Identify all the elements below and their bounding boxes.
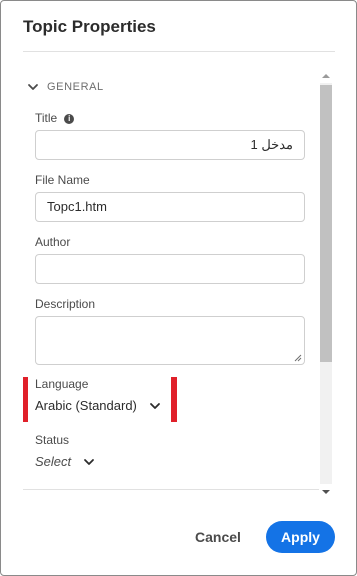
description-label: Description (35, 297, 96, 311)
language-value: Arabic (Standard) (35, 398, 137, 413)
highlight-marker-left (23, 377, 28, 422)
cancel-button[interactable]: Cancel (183, 521, 253, 553)
apply-button[interactable]: Apply (266, 521, 335, 553)
topic-properties-dialog: Topic Properties GENERAL Title i مدخل 1 F… (0, 0, 357, 576)
status-picker[interactable]: Select (35, 454, 95, 469)
general-section-label: GENERAL (47, 81, 104, 93)
file-name-field[interactable]: Topc1.htm (35, 192, 305, 222)
file-name-label: File Name (35, 173, 90, 187)
dialog-title: Topic Properties (23, 17, 156, 36)
language-label: Language (35, 377, 89, 391)
language-picker[interactable]: Arabic (Standard) (35, 398, 161, 413)
info-icon[interactable]: i (64, 114, 75, 124)
section-bottom-divider (23, 489, 319, 490)
author-field[interactable] (35, 254, 305, 284)
resize-grip-icon[interactable] (294, 354, 302, 362)
status-label: Status (35, 433, 70, 447)
title-field[interactable]: مدخل 1 (35, 130, 305, 160)
scroll-thumb[interactable] (320, 85, 332, 362)
title-label: Title (35, 111, 58, 125)
chevron-down-icon (28, 84, 38, 90)
chevron-down-icon (149, 402, 160, 409)
author-label: Author (35, 235, 71, 249)
vertical-scrollbar[interactable] (319, 69, 333, 498)
scroll-down-arrow-icon[interactable] (322, 490, 330, 494)
status-value: Select (35, 454, 72, 469)
chevron-down-icon (84, 458, 95, 465)
scroll-up-arrow-icon[interactable] (322, 74, 330, 78)
general-section-toggle[interactable]: GENERAL (27, 81, 104, 93)
highlight-marker-right (171, 377, 177, 422)
properties-scroll-area[interactable]: GENERAL Title i مدخل 1 File Name Topc1.ht… (23, 69, 335, 498)
description-field[interactable] (35, 316, 305, 365)
title-divider (23, 51, 335, 52)
title-label-row: Title i (35, 111, 75, 125)
